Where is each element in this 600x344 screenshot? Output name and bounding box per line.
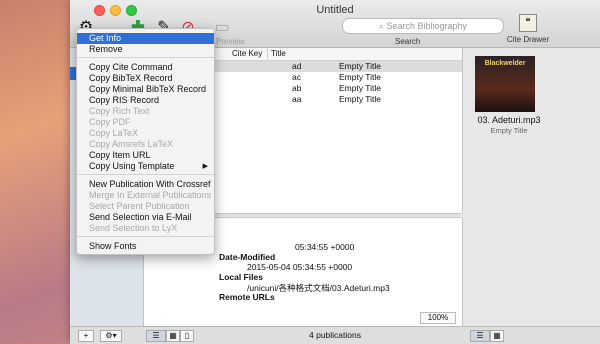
column-header-cite-key[interactable]: Cite Key [232, 48, 262, 60]
date-modified-label: Date-Modified [219, 252, 276, 262]
menu-item-remove[interactable]: Remove [77, 44, 214, 55]
menu-item-send-lyx[interactable]: Send Selection to LyX [77, 223, 214, 234]
title-cell: Empty Title [339, 72, 382, 82]
menu-item-copy-using-template[interactable]: Copy Using Template ▶ [77, 161, 214, 172]
file-grid-view-button[interactable]: ▦ [490, 330, 504, 342]
menu-item-get-info[interactable]: Get Info [77, 33, 214, 44]
remote-urls-label: Remote URLs [219, 292, 275, 302]
menu-item-show-fonts[interactable]: Show Fonts [77, 241, 214, 252]
cite-drawer-label: Cite Drawer [506, 35, 550, 44]
menu-item-select-parent[interactable]: Select Parent Publication [77, 201, 214, 212]
menu-item-send-email[interactable]: Send Selection via E-Mail [77, 212, 214, 223]
menu-item-copy-minimal-bibtex[interactable]: Copy Minimal BibTeX Record [77, 84, 214, 95]
file-preview-panel: Blackwelder 03. Adeturi.mp3 Empty Title [463, 48, 600, 326]
album-art[interactable]: Blackwelder [475, 56, 535, 112]
submenu-arrow-icon: ▶ [202, 163, 208, 170]
menu-item-copy-bibtex-record[interactable]: Copy BibTeX Record [77, 73, 214, 84]
menu-item-copy-ris-record[interactable]: Copy RIS Record [77, 95, 214, 106]
file-name: 03. Adeturi.mp3 [477, 115, 541, 125]
search-placeholder: Search Bibliography [386, 21, 468, 31]
grid-icon: ▦ [493, 331, 501, 340]
cite-key-cell: aa [292, 94, 302, 104]
menu-item-copy-rich-text[interactable]: Copy Rich Text [77, 106, 214, 117]
menu-item-new-publication-crossref[interactable]: New Publication With Crossref [77, 179, 214, 190]
menu-separator [77, 174, 214, 175]
title-cell: Empty Title [339, 61, 382, 71]
menu-item-label: Copy Using Template [89, 161, 175, 171]
menu-item-copy-item-url[interactable]: Copy Item URL [77, 150, 214, 161]
menu-item-copy-pdf[interactable]: Copy PDF [77, 117, 214, 128]
bottom-bar: + ⚙▾ ☰ ▦ ▯ 4 publications ☰ ▦ [70, 326, 600, 344]
cite-drawer-icon: ❝ [519, 14, 537, 32]
status-text: 4 publications [309, 330, 361, 340]
preview-icon[interactable]: ▭ [212, 17, 232, 37]
preview-label: Preview [216, 37, 245, 46]
cite-key-cell: ab [292, 83, 302, 93]
cite-key-cell: ac [292, 72, 301, 82]
menu-item-copy-latex[interactable]: Copy LaTeX [77, 128, 214, 139]
local-files-label: Local Files [219, 272, 263, 282]
zoom-select[interactable]: 100% [420, 312, 456, 324]
date-added-value: 05:34:55 +0000 [295, 242, 355, 252]
menu-item-merge-external[interactable]: Merge In External Publications [77, 190, 214, 201]
title-cell: Empty Title [339, 83, 382, 93]
context-menu: Get Info Remove Copy Cite Command Copy B… [76, 28, 215, 255]
file-title: Empty Title [490, 126, 528, 135]
menu-separator [77, 57, 214, 58]
column-header-title[interactable]: Title [267, 48, 286, 60]
menu-separator [77, 236, 214, 237]
search-icon: ⌕ [378, 21, 384, 31]
menu-item-copy-amsrefs-latex[interactable]: Copy Amsrefs LaTeX [77, 139, 214, 150]
cite-drawer-button[interactable]: ❝ Cite Drawer [498, 14, 558, 44]
title-cell: Empty Title [339, 94, 382, 104]
menu-item-copy-cite-command[interactable]: Copy Cite Command [77, 62, 214, 73]
date-modified-value: 2015-05-04 05:34:55 +0000 [247, 262, 353, 272]
search-input[interactable]: ⌕ Search Bibliography [342, 18, 504, 34]
list-icon: ☰ [476, 331, 484, 340]
cite-key-cell: ad [292, 61, 302, 71]
search-label: Search [395, 37, 421, 46]
file-list-view-button[interactable]: ☰ [470, 330, 490, 342]
